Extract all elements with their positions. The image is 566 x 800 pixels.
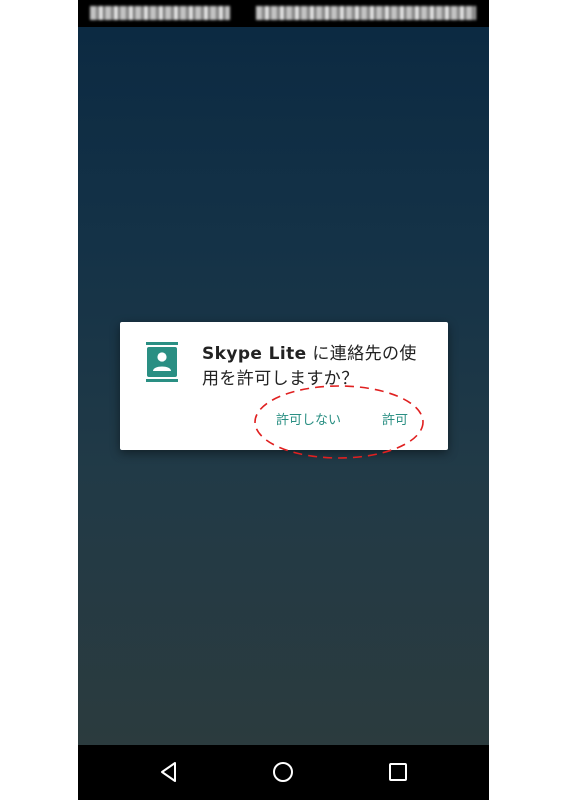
deny-button[interactable]: 許可しない [276, 408, 341, 434]
permission-dialog: Skype Lite に連絡先の使用を許可しますか？ 許可しない 許可 [120, 322, 448, 450]
status-bar-pixelated-left [90, 6, 230, 20]
status-bar [78, 0, 489, 27]
contacts-icon [146, 342, 178, 382]
recents-square-icon[interactable] [385, 759, 411, 785]
home-circle-icon[interactable] [270, 759, 296, 785]
allow-button[interactable]: 許可 [382, 408, 408, 434]
permission-message: Skype Lite に連絡先の使用を許可しますか？ [202, 342, 434, 392]
status-bar-pixelated-right [256, 6, 476, 20]
app-name: Skype Lite [202, 344, 307, 364]
back-triangle-icon[interactable] [156, 759, 182, 785]
navigation-bar [78, 745, 489, 800]
phone-screen: Skype Lite に連絡先の使用を許可しますか？ 許可しない 許可 [78, 0, 489, 800]
